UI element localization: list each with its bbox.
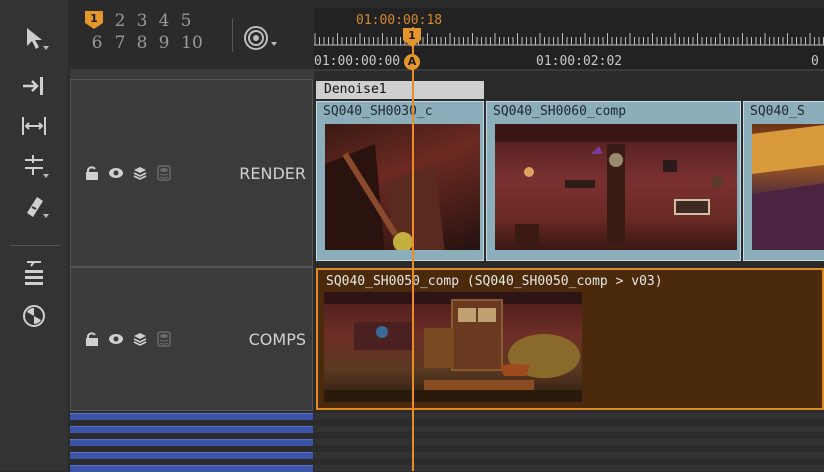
- empty-track-lane[interactable]: [314, 426, 824, 432]
- empty-track-lane[interactable]: [314, 452, 824, 458]
- clip-title: SQ040_SH0060_comp: [493, 104, 627, 119]
- eye-icon[interactable]: [107, 330, 125, 348]
- clip-thumbnail: [495, 124, 737, 250]
- clip-sq040-s[interactable]: SQ040_S: [743, 101, 824, 261]
- layers-icon[interactable]: [131, 164, 149, 182]
- track-name-render: RENDER: [239, 164, 306, 183]
- target-circle-icon: [244, 26, 277, 50]
- ruler-label-start: 01:00:00:00: [314, 54, 401, 69]
- clip-title: SQ040_SH0030_c: [323, 104, 433, 119]
- database-icon[interactable]: [155, 330, 173, 348]
- multi-track-icon: [25, 261, 43, 285]
- track-7-selector[interactable]: 7: [110, 32, 130, 54]
- clip-sq040-sh0050[interactable]: SQ040_SH0050_comp (SQ040_SH0050_comp > v…: [316, 268, 824, 410]
- toolbar-divider: [10, 245, 60, 246]
- select-tool-button[interactable]: [16, 22, 52, 54]
- clip-sq040-sh0060[interactable]: SQ040_SH0060_comp: [486, 101, 741, 261]
- lock-icon[interactable]: [83, 164, 101, 182]
- database-icon[interactable]: [155, 164, 173, 182]
- lock-icon[interactable]: [83, 330, 101, 348]
- track-controls: [83, 330, 173, 348]
- slip-tool-button[interactable]: [16, 110, 52, 142]
- track-4-selector[interactable]: 4: [154, 10, 174, 32]
- chevron-down-icon: [43, 174, 49, 178]
- eye-icon[interactable]: [107, 164, 125, 182]
- chevron-down-icon: [43, 46, 49, 50]
- move-tool-button[interactable]: [16, 70, 52, 102]
- playhead-line[interactable]: [412, 27, 414, 471]
- track-3-selector[interactable]: 3: [132, 10, 152, 32]
- roll-tool-button[interactable]: [16, 150, 52, 182]
- track-6-selector[interactable]: 6: [87, 32, 107, 54]
- ruler-label-mid: 01:00:02:02: [536, 54, 623, 69]
- track-10-selector[interactable]: 10: [178, 32, 206, 54]
- arrow-to-line-icon: [23, 77, 43, 95]
- empty-track-lane[interactable]: [314, 413, 824, 419]
- track-1-selector[interactable]: 1: [84, 10, 104, 30]
- clip-title: SQ040_S: [750, 104, 805, 119]
- slide-tool-button[interactable]: [16, 256, 52, 288]
- track-header-render[interactable]: RENDER: [70, 79, 313, 267]
- effect-denoise[interactable]: Denoise1: [316, 81, 484, 99]
- retime-tool-button[interactable]: [16, 300, 52, 332]
- retime-dial-icon: [23, 305, 45, 327]
- clip-thumbnail: [324, 292, 582, 402]
- expand-horizontal-icon: [22, 117, 46, 135]
- selector-divider: [232, 18, 233, 52]
- empty-track-header[interactable]: [70, 426, 313, 433]
- empty-track-lane[interactable]: [314, 465, 824, 471]
- ruler-bottom-border: [314, 69, 824, 71]
- current-timecode: 01:00:00:18: [356, 13, 443, 28]
- razor-tool-button[interactable]: [16, 190, 52, 222]
- track-5-selector[interactable]: 5: [176, 10, 196, 32]
- tool-palette: [0, 0, 68, 471]
- track-9-selector[interactable]: 9: [154, 32, 174, 54]
- header-band: [70, 69, 314, 79]
- chevron-down-icon: [43, 214, 49, 218]
- track-8-selector[interactable]: 8: [132, 32, 152, 54]
- playhead-track-marker[interactable]: 1: [401, 27, 423, 49]
- ruler-label-end: 0: [811, 54, 819, 69]
- track-selector: 1 2 3 4 5 6 7 8 9 10: [80, 10, 230, 60]
- empty-track-header[interactable]: [70, 439, 313, 446]
- clip-sq040-sh0030[interactable]: SQ040_SH0030_c: [316, 101, 484, 261]
- clip-thumbnail: [325, 124, 480, 250]
- track-controls: [83, 164, 173, 182]
- track-header-comps[interactable]: COMPS: [70, 267, 313, 411]
- layers-icon[interactable]: [131, 330, 149, 348]
- empty-track-header[interactable]: [70, 413, 313, 420]
- clip-thumbnail: [752, 124, 824, 250]
- playhead-a-marker[interactable]: A: [401, 51, 423, 73]
- ruler-ticks: [314, 33, 824, 46]
- clip-title: SQ040_SH0050_comp (SQ040_SH0050_comp > v…: [326, 274, 663, 289]
- target-button[interactable]: [240, 22, 280, 54]
- empty-track-lane[interactable]: [314, 439, 824, 445]
- track-2-selector[interactable]: 2: [110, 10, 130, 32]
- track-name-comps: COMPS: [248, 330, 306, 349]
- cursor-arrow-icon: [27, 28, 42, 49]
- empty-track-header[interactable]: [70, 452, 313, 459]
- effect-label: Denoise1: [324, 82, 387, 97]
